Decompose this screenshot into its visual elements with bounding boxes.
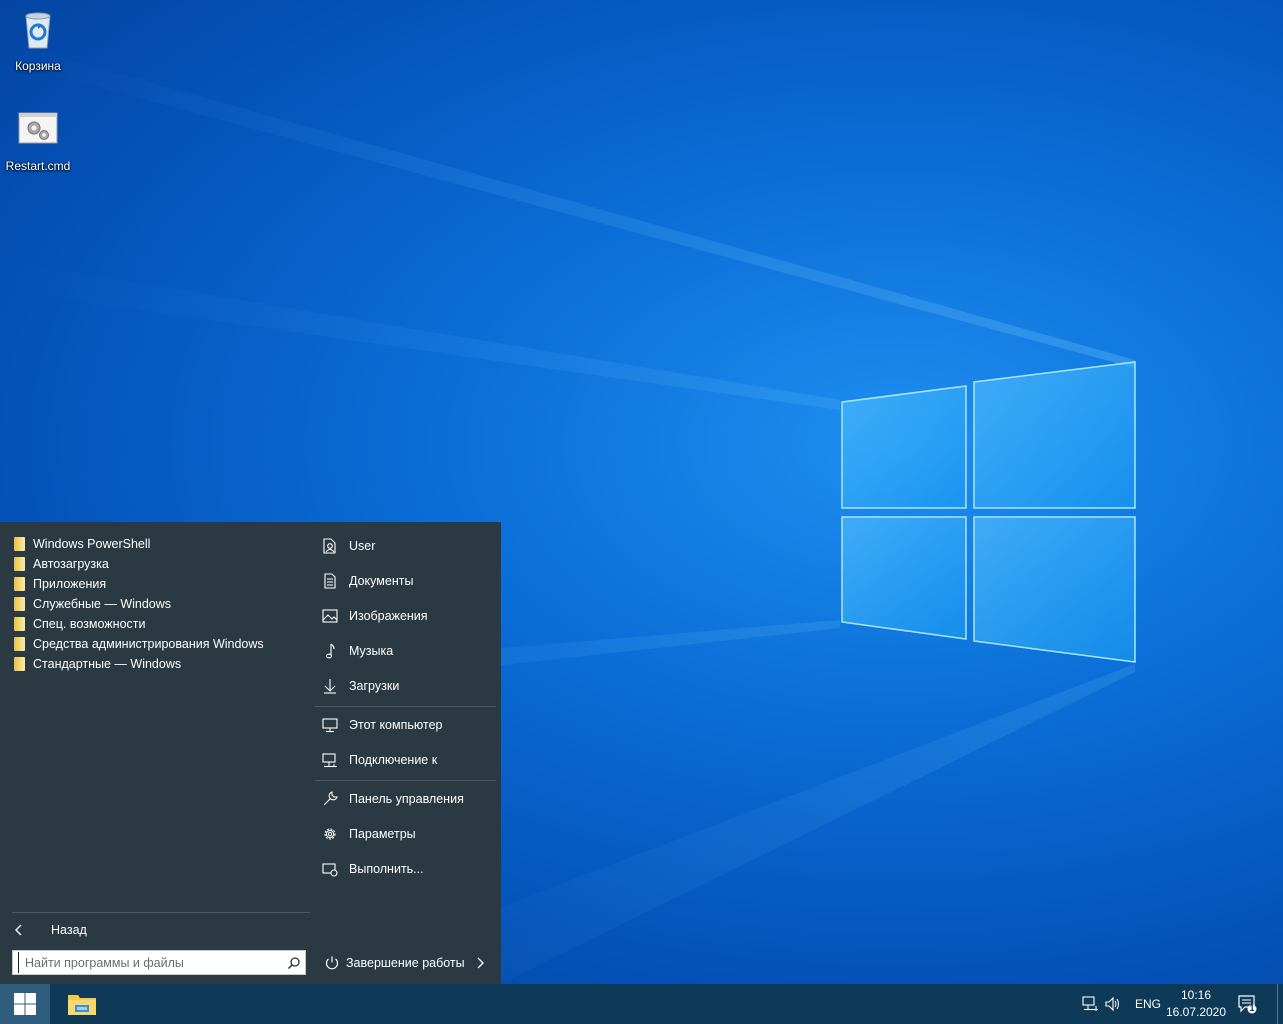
place-item-user[interactable]: User — [320, 534, 496, 558]
back-button[interactable]: Назад — [14, 920, 304, 940]
desktop-icon-restart-cmd[interactable]: Restart.cmd — [0, 108, 76, 173]
place-item-this-pc[interactable]: Этот компьютер — [320, 713, 496, 737]
download-arrow-icon — [320, 676, 340, 696]
recycle-bin-icon — [25, 12, 51, 49]
windows-logo-icon — [14, 993, 36, 1015]
desktop-icon-label: Корзина — [15, 59, 61, 73]
start-menu: Windows PowerShell Автозагрузка Приложен… — [0, 522, 501, 984]
start-menu-places: User Документы Изображения Музыка Загруз… — [312, 522, 501, 984]
place-item-label: Документы — [349, 574, 414, 588]
chevron-left-icon — [15, 924, 22, 936]
folder-explorer-icon — [68, 995, 96, 1015]
place-item-label: Загрузки — [349, 679, 400, 693]
folder-icon — [14, 657, 25, 671]
music-note-icon — [320, 641, 340, 661]
folder-item-autostart[interactable]: Автозагрузка — [14, 554, 264, 574]
user-icon — [320, 536, 340, 556]
place-item-label: Музыка — [349, 644, 394, 658]
place-item-pictures[interactable]: Изображения — [320, 604, 496, 628]
document-icon — [320, 571, 340, 591]
clock-time: 10:16 — [1180, 988, 1212, 1002]
shutdown-button[interactable]: Завершение работы — [324, 952, 494, 974]
folder-item-label: Приложения — [33, 577, 107, 591]
place-item-control-panel[interactable]: Панель управления — [320, 787, 496, 811]
folder-item-apps[interactable]: Приложения — [14, 574, 264, 594]
place-item-connect-to[interactable]: Подключение к — [320, 748, 496, 772]
language-indicator[interactable]: ENG — [1135, 984, 1161, 1024]
place-item-music[interactable]: Музыка — [320, 639, 496, 663]
shutdown-label: Завершение работы — [346, 956, 465, 970]
search-icon[interactable] — [283, 956, 305, 970]
folder-icon — [14, 577, 25, 591]
picture-icon — [320, 606, 340, 626]
show-desktop-button[interactable] — [1277, 984, 1283, 1024]
place-item-label: User — [349, 539, 376, 553]
chevron-right-icon[interactable] — [475, 957, 485, 969]
place-item-downloads[interactable]: Загрузки — [320, 674, 496, 698]
place-item-run[interactable]: Выполнить... — [320, 857, 496, 881]
folder-icon — [14, 617, 25, 631]
folder-item-admin-tools[interactable]: Средства администрирования Windows — [14, 634, 264, 654]
divider — [315, 780, 496, 781]
search-input[interactable] — [18, 952, 283, 973]
desktop-icon-label: Restart.cmd — [5, 159, 71, 173]
place-item-documents[interactable]: Документы — [320, 569, 496, 593]
folder-item-system-tools[interactable]: Служебные — Windows — [14, 594, 264, 614]
gear-icon — [320, 824, 340, 844]
folder-item-accessibility[interactable]: Спец. возможности — [14, 614, 264, 634]
clock-date: 16.07.2020 — [1165, 1005, 1227, 1019]
run-icon — [320, 859, 340, 879]
folder-icon — [14, 557, 25, 571]
folder-item-label: Спец. возможности — [33, 617, 146, 631]
folder-item-label: Служебные — Windows — [33, 597, 172, 611]
place-item-label: Панель управления — [349, 792, 464, 806]
place-item-label: Выполнить... — [349, 862, 424, 876]
file-explorer-button[interactable] — [58, 984, 106, 1024]
folder-icon — [14, 597, 25, 611]
search-box[interactable] — [12, 950, 306, 975]
monitor-icon — [320, 715, 340, 735]
folder-item-windows-powershell[interactable]: Windows PowerShell — [14, 534, 264, 554]
folder-icon — [14, 537, 25, 551]
notification-count-badge: 1 — [1249, 1003, 1255, 1013]
clock[interactable]: 10:16 16.07.2020 — [1165, 987, 1227, 1021]
taskbar: ENG 10:16 16.07.2020 1 — [0, 984, 1283, 1024]
cmd-file-icon — [18, 112, 58, 144]
place-item-label: Параметры — [349, 827, 416, 841]
place-item-label: Подключение к — [349, 753, 438, 767]
folder-item-label: Стандартные — Windows — [33, 657, 182, 671]
desktop-icon-recycle-bin[interactable]: Корзина — [0, 8, 76, 73]
folder-item-accessories[interactable]: Стандартные — Windows — [14, 654, 264, 674]
start-menu-program-list: Windows PowerShell Автозагрузка Приложен… — [0, 522, 312, 984]
volume-icon[interactable] — [1103, 994, 1123, 1014]
folder-item-label: Средства администрирования Windows — [33, 637, 264, 651]
folder-icon — [14, 637, 25, 651]
action-center-button[interactable]: 1 — [1237, 994, 1257, 1014]
folder-item-label: Автозагрузка — [33, 557, 109, 571]
network-connect-icon — [320, 750, 340, 770]
place-item-label: Изображения — [349, 609, 428, 623]
network-icon[interactable] — [1081, 994, 1101, 1014]
place-item-label: Этот компьютер — [349, 718, 443, 732]
power-icon — [324, 955, 344, 971]
start-button[interactable] — [0, 984, 50, 1024]
divider — [12, 912, 310, 913]
place-item-settings[interactable]: Параметры — [320, 822, 496, 846]
folder-item-label: Windows PowerShell — [33, 537, 151, 551]
divider — [315, 706, 496, 707]
wrench-icon — [320, 789, 340, 809]
back-button-label: Назад — [51, 923, 87, 937]
